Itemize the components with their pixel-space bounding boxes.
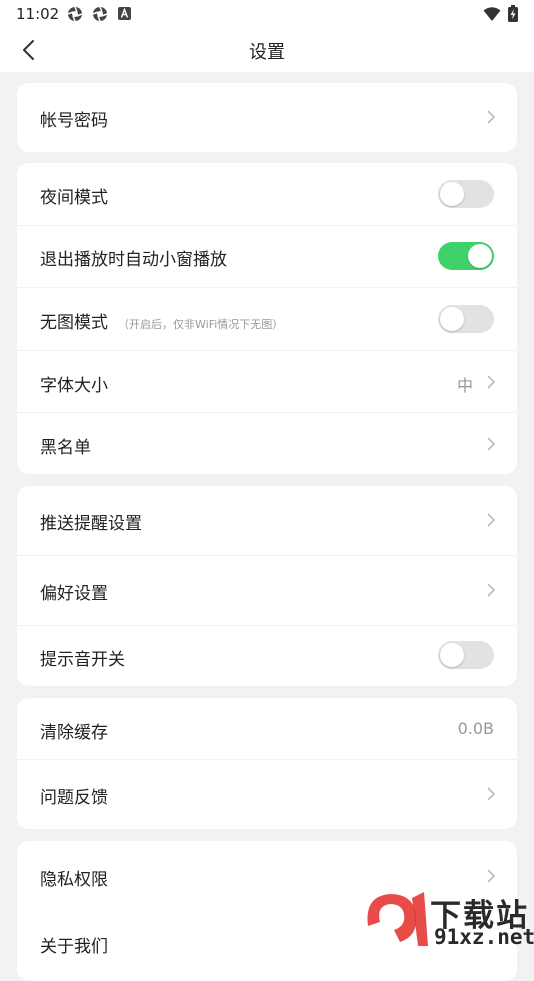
settings-section-storage: 清除缓存 0.0B 问题反馈 (17, 698, 517, 829)
watermark-url: 91xz.net (434, 925, 534, 949)
font-size-value: 中 (456, 376, 473, 395)
row-sound-switch: 提示音开关 (17, 626, 517, 686)
chevron-right-icon (487, 583, 496, 597)
settings-section-account: 帐号密码 (17, 83, 517, 152)
row-label: 提示音开关 (40, 650, 125, 670)
row-label: 清除缓存 (40, 723, 108, 743)
row-label: 字体大小 (40, 376, 108, 396)
chevron-right-icon (487, 513, 496, 527)
row-font-size[interactable]: 字体大小 中 (17, 351, 517, 412)
cache-size-value: 0.0B (457, 719, 494, 738)
row-label-text: 无图模式 (40, 313, 108, 333)
row-label: 隐私权限 (40, 870, 108, 890)
auto-mini-window-toggle[interactable] (438, 242, 494, 270)
toggle-knob (440, 182, 464, 206)
aperture-icon (92, 6, 108, 22)
wifi-icon (483, 7, 501, 21)
no-image-mode-toggle[interactable] (438, 305, 494, 333)
night-mode-toggle[interactable] (438, 180, 494, 208)
chevron-right-icon (487, 437, 496, 451)
status-bar: 11:02 (0, 0, 534, 28)
page-title: 设置 (249, 42, 285, 63)
chevron-right-icon (487, 110, 496, 124)
row-label: 推送提醒设置 (40, 514, 142, 534)
row-label: 帐号密码 (40, 111, 108, 131)
toggle-knob (440, 307, 464, 331)
aperture-icon (67, 6, 83, 22)
row-blacklist[interactable]: 黑名单 (17, 413, 517, 474)
row-clear-cache[interactable]: 清除缓存 0.0B (17, 698, 517, 759)
row-label: 夜间模式 (40, 188, 108, 208)
row-label: 问题反馈 (40, 788, 108, 808)
row-label: 退出播放时自动小窗播放 (40, 250, 227, 270)
row-night-mode: 夜间模式 (17, 163, 517, 225)
row-label: 偏好设置 (40, 584, 108, 604)
chevron-right-icon (487, 869, 496, 883)
header-bar: 设置 (0, 28, 534, 72)
chevron-right-icon (487, 787, 496, 801)
battery-charging-icon (508, 5, 518, 22)
toggle-knob (440, 643, 464, 667)
toggle-knob (468, 244, 492, 268)
settings-section-notifications: 推送提醒设置 偏好设置 提示音开关 (17, 486, 517, 686)
row-preferences[interactable]: 偏好设置 (17, 556, 517, 625)
status-time: 11:02 (16, 5, 60, 23)
row-label: 无图模式 （开启后，仅非WiFi情况下无图） (40, 308, 283, 333)
row-label: 黑名单 (40, 438, 91, 458)
row-auto-mini-window: 退出播放时自动小窗播放 (17, 226, 517, 287)
row-push-settings[interactable]: 推送提醒设置 (17, 486, 517, 555)
row-note: （开启后，仅非WiFi情况下无图） (118, 318, 284, 331)
chevron-right-icon (487, 375, 496, 389)
a-badge-icon (118, 7, 131, 20)
row-account-password[interactable]: 帐号密码 (17, 83, 517, 152)
row-feedback[interactable]: 问题反馈 (17, 760, 517, 829)
row-no-image-mode: 无图模式 （开启后，仅非WiFi情况下无图） (17, 288, 517, 350)
row-label: 关于我们 (40, 937, 108, 957)
sound-toggle[interactable] (438, 641, 494, 669)
settings-section-display: 夜间模式 退出播放时自动小窗播放 无图模式 （开启后，仅非WiFi情况下无图） 字… (17, 163, 517, 474)
